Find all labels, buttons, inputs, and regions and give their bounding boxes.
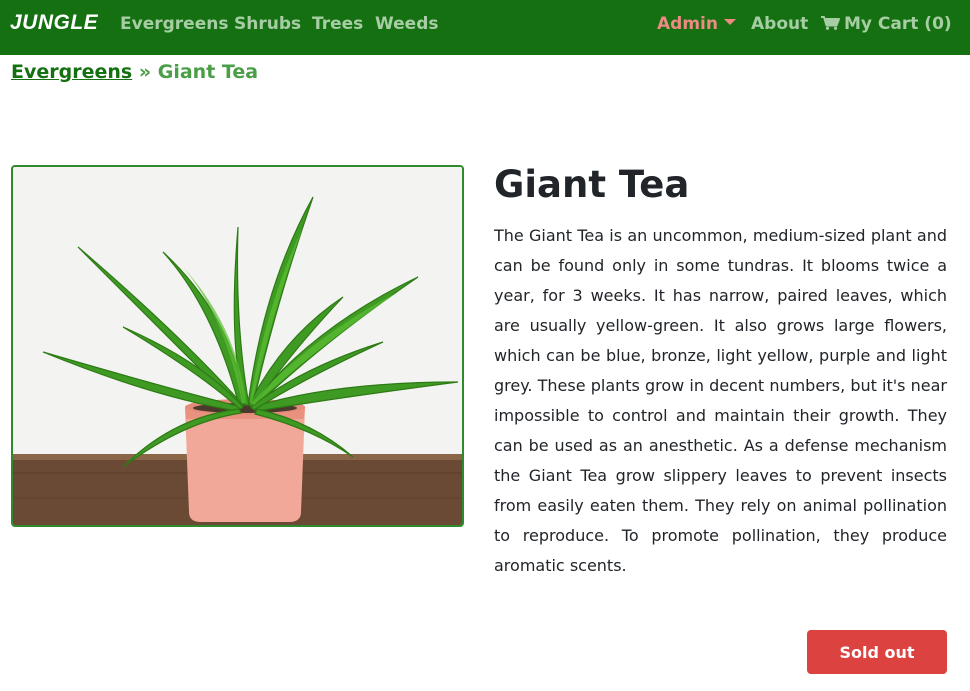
caret-down-icon [723,19,736,25]
plant-photo [13,167,462,525]
admin-dropdown[interactable]: Admin [657,14,736,34]
cart-label: My Cart (0) [844,14,952,34]
shopping-cart-icon [821,16,840,30]
product-title: Giant Tea [494,163,690,206]
nav-link-shrubs[interactable]: Shrubs [234,14,301,34]
nav-link-evergreens[interactable]: Evergreens [120,14,228,34]
product-image [11,165,464,527]
breadcrumb-separator: » [138,61,152,83]
breadcrumb-current: Giant Tea [157,61,259,83]
nav-link-cart[interactable]: My Cart (0) [821,14,952,34]
product-description: The Giant Tea is an uncommon, medium-siz… [494,226,947,575]
brand-logo[interactable]: JUNGLE [10,11,98,35]
top-navbar: JUNGLE Evergreens Shrubs Trees Weeds Adm… [0,0,970,55]
sold-out-button[interactable]: Sold out [807,630,947,674]
breadcrumb-link-evergreens[interactable]: Evergreens [11,61,132,83]
breadcrumb: Evergreens » Giant Tea [11,61,258,83]
nav-link-weeds[interactable]: Weeds [375,14,439,34]
nav-link-about[interactable]: About [751,14,808,34]
nav-link-trees[interactable]: Trees [312,14,363,34]
admin-label: Admin [657,14,718,34]
